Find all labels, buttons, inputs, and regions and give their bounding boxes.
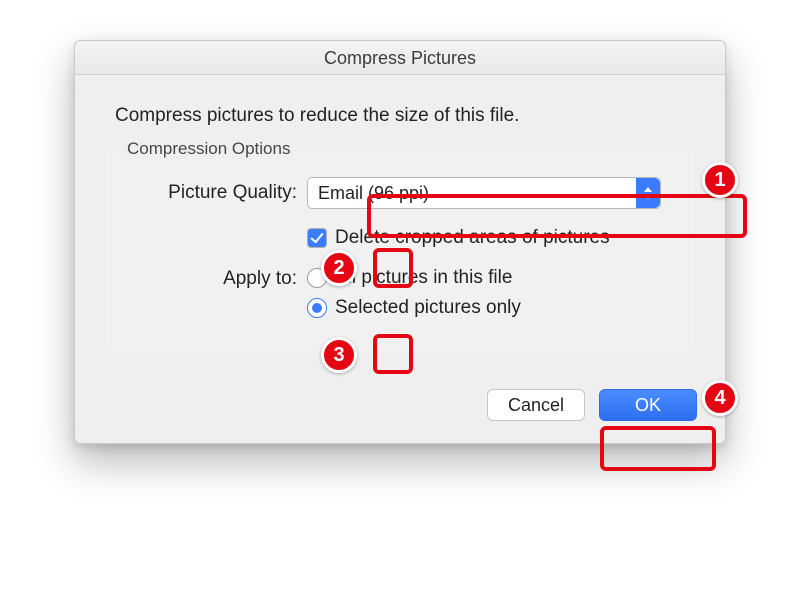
dialog-actions: Cancel OK — [75, 371, 725, 443]
delete-cropped-label: Delete cropped areas of pictures — [335, 227, 610, 249]
radio-all-label: All pictures in this file — [335, 267, 512, 289]
delete-cropped-row: Delete cropped areas of pictures — [127, 227, 673, 249]
radio-all-pictures[interactable] — [307, 268, 327, 288]
apply-to-label: Apply to: — [127, 267, 307, 290]
dialog-content: Compress pictures to reduce the size of … — [75, 75, 725, 371]
ok-button[interactable]: OK — [599, 389, 697, 421]
compression-options-group: Compression Options Picture Quality: Ema… — [107, 149, 693, 351]
checkmark-icon — [310, 230, 323, 244]
cancel-button[interactable]: Cancel — [487, 389, 585, 421]
radio-selected-pictures[interactable] — [307, 298, 327, 318]
apply-to-row: Apply to: All pictures in this file Sele… — [127, 267, 673, 327]
group-legend: Compression Options — [123, 139, 294, 159]
intro-text: Compress pictures to reduce the size of … — [115, 105, 697, 127]
dialog-title: Compress Pictures — [75, 41, 725, 75]
radio-selected-label: Selected pictures only — [335, 297, 521, 319]
picture-quality-value: Email (96 ppi) — [318, 183, 429, 204]
picture-quality-row: Picture Quality: Email (96 ppi) — [127, 177, 673, 209]
delete-cropped-checkbox[interactable] — [307, 228, 327, 248]
picture-quality-select[interactable]: Email (96 ppi) — [307, 177, 661, 209]
picture-quality-label: Picture Quality: — [127, 182, 307, 204]
compress-pictures-dialog: Compress Pictures Compress pictures to r… — [74, 40, 726, 444]
select-stepper-icon — [636, 178, 660, 208]
